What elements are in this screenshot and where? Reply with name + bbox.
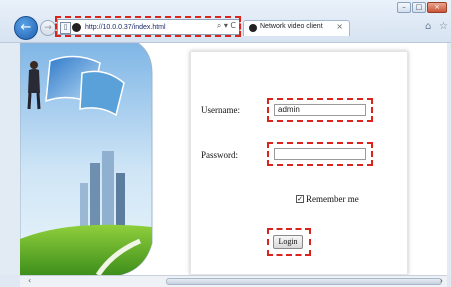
window-frame-left [0, 43, 20, 275]
minimize-button[interactable]: – [397, 2, 411, 13]
maximize-button[interactable]: □ [412, 2, 426, 13]
forward-icon[interactable]: → [40, 20, 56, 36]
browser-toolbar: – □ × ← → ▯ http://10.0.0.37/index.html … [0, 0, 451, 43]
scroll-right-icon[interactable]: › [440, 276, 443, 286]
scroll-left-icon[interactable]: ‹ [28, 276, 31, 286]
tab-favicon-icon [249, 24, 257, 32]
username-highlight [267, 98, 373, 122]
window-controls: – □ × [397, 2, 447, 13]
favorites-star-icon[interactable]: ☆ [439, 21, 448, 32]
username-label: Username: [201, 105, 240, 115]
remember-me-checkbox[interactable]: ✓ [296, 195, 304, 203]
window-frame-right [447, 43, 451, 275]
horizontal-scrollbar[interactable]: ‹ › [20, 275, 447, 287]
close-window-button[interactable]: × [427, 2, 447, 13]
address-bar-highlight [55, 16, 241, 37]
tab-close-icon[interactable]: × [336, 22, 343, 31]
banner-illustration [20, 43, 153, 275]
scrollbar-thumb[interactable] [166, 278, 442, 285]
page-viewport: Username: admin Password: ✓ Remember me … [20, 43, 447, 275]
tab-title: Network video client [260, 23, 323, 30]
remember-me-label: Remember me [306, 194, 359, 204]
password-highlight [267, 142, 373, 166]
login-panel: Username: admin Password: ✓ Remember me … [190, 51, 408, 275]
password-label: Password: [201, 150, 239, 160]
login-button-highlight [267, 228, 311, 256]
home-icon[interactable]: ⌂ [425, 21, 431, 32]
tab-network-video-client[interactable]: Network video client × [243, 20, 350, 36]
back-icon[interactable]: ← [14, 16, 38, 40]
